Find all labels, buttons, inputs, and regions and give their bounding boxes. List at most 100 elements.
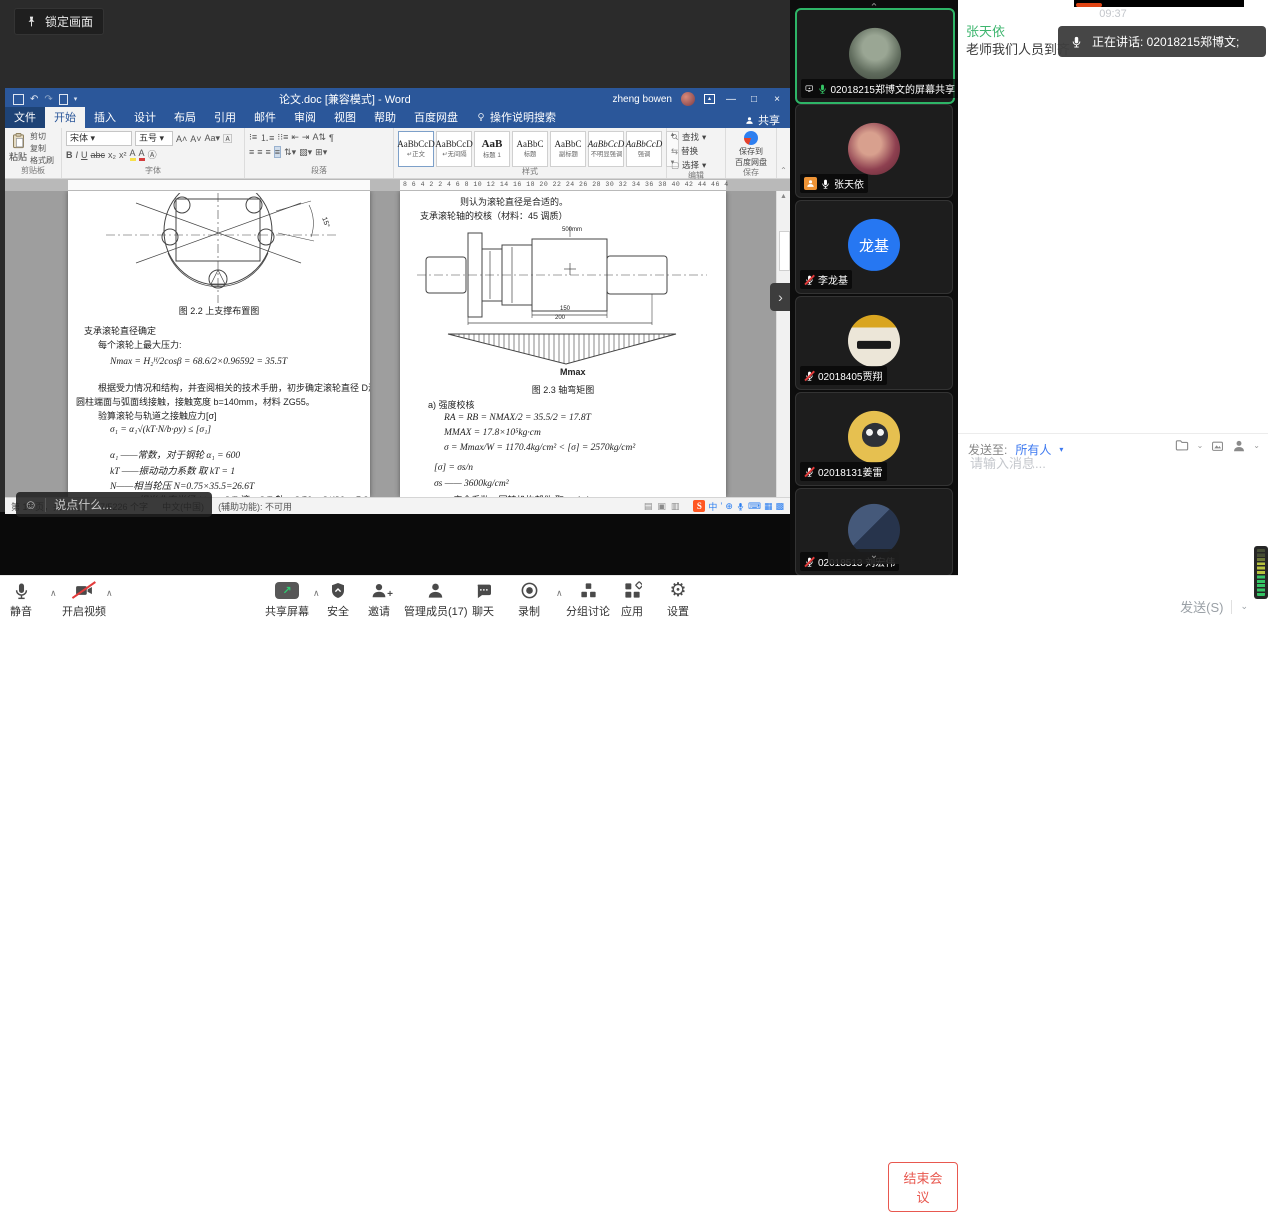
- start-video-button[interactable]: 开启视频: [62, 580, 106, 619]
- enclose-character-button[interactable]: Ⓐ: [148, 148, 157, 161]
- manage-members-button[interactable]: 管理成员(17): [404, 580, 468, 619]
- mute-button[interactable]: 静音: [10, 580, 32, 619]
- style-heading1[interactable]: AaB 标题 1: [474, 131, 510, 167]
- clear-format-button[interactable]: 🄰: [223, 132, 232, 145]
- paste-button[interactable]: 粘贴: [9, 131, 27, 166]
- send-options-caret-icon[interactable]: ⌄: [1240, 601, 1248, 612]
- align-left-button[interactable]: ≡: [249, 147, 254, 157]
- subscript-button[interactable]: x₂: [108, 150, 116, 160]
- undo-icon[interactable]: ↶: [30, 94, 38, 105]
- participant-tile[interactable]: 02018131姜雷: [795, 392, 953, 486]
- mention-caret-icon[interactable]: ⌄: [1253, 441, 1260, 450]
- tab-file[interactable]: 文件: [5, 107, 45, 128]
- style-subtitle[interactable]: AaBbC 副标题: [550, 131, 586, 167]
- document-area[interactable]: 15° 图 2.2 上支撑布置图 支承滚轮直径确定 每个滚轮上最大压力: Nma…: [5, 191, 790, 497]
- tell-me-search[interactable]: 操作说明搜索: [467, 107, 565, 128]
- mention-person-icon[interactable]: [1232, 439, 1246, 453]
- print-layout-icon[interactable]: ▣: [657, 501, 666, 512]
- find-button[interactable]: 查找 ▾: [671, 131, 706, 143]
- video-options-caret[interactable]: ∧: [106, 588, 113, 599]
- invite-button[interactable]: + 邀请: [368, 580, 390, 619]
- security-button[interactable]: 安全: [327, 580, 349, 619]
- sort-button[interactable]: A⇅: [312, 132, 326, 143]
- font-family-select[interactable]: 宋体 ▾: [66, 131, 132, 146]
- minimize-button[interactable]: —: [724, 94, 738, 105]
- horizontal-ruler[interactable]: 8 6 4 2 2 4 6 8 10 12 14 16 18 20 22 24 …: [5, 179, 790, 191]
- shrink-font-button[interactable]: A˅: [190, 134, 201, 144]
- style-title[interactable]: AaBbC 标题: [512, 131, 548, 167]
- participant-tile-sharing[interactable]: 02018215郑博文的屏幕共享: [795, 8, 955, 104]
- tab-home[interactable]: 开始: [45, 107, 85, 128]
- quick-chat-placeholder[interactable]: 说点什么...: [54, 496, 112, 513]
- cut-button[interactable]: 剪切: [30, 131, 54, 142]
- settings-button[interactable]: ⚙ 设置: [667, 580, 689, 619]
- record-options-caret[interactable]: ∧: [556, 588, 563, 599]
- word-user-avatar[interactable]: [681, 92, 695, 106]
- tab-view[interactable]: 视图: [325, 107, 365, 128]
- emoji-icon[interactable]: ☺: [24, 497, 37, 512]
- file-caret-icon[interactable]: ⌄: [1197, 441, 1204, 450]
- share-button[interactable]: 共享: [745, 112, 780, 128]
- new-doc-icon[interactable]: [59, 94, 68, 105]
- shading-button[interactable]: ▨▾: [299, 147, 312, 158]
- style-subtle-emphasis[interactable]: AaBbCcD 不明显强调: [588, 131, 624, 167]
- ribbon-display-options-icon[interactable]: ▴: [704, 94, 715, 104]
- save-icon[interactable]: [13, 94, 24, 105]
- tab-help[interactable]: 帮助: [365, 107, 405, 128]
- tab-design[interactable]: 设计: [125, 107, 165, 128]
- pin-view-button[interactable]: 锁定画面: [14, 8, 104, 35]
- highlight-button[interactable]: A: [130, 148, 136, 161]
- scrollbar-thumb[interactable]: [779, 231, 790, 271]
- participant-tile[interactable]: 02018405贾翔: [795, 296, 953, 390]
- ime-chinese-icon[interactable]: 中: [708, 500, 717, 513]
- collapse-ribbon-button[interactable]: ⌃: [777, 128, 790, 178]
- tab-review[interactable]: 审阅: [285, 107, 325, 128]
- sogou-logo-icon[interactable]: S: [693, 500, 705, 512]
- redo-icon[interactable]: ↷: [44, 94, 52, 105]
- borders-button[interactable]: ⊞▾: [315, 147, 327, 158]
- bullets-button[interactable]: ⁝≡: [249, 132, 257, 143]
- ime-toolbox-icon[interactable]: ▩: [775, 501, 784, 512]
- share-screen-button[interactable]: ↗ 共享屏幕: [265, 580, 309, 619]
- collapse-panel-button[interactable]: ›: [770, 283, 791, 311]
- ime-mic-icon[interactable]: [736, 502, 745, 511]
- underline-button[interactable]: U: [81, 150, 88, 160]
- change-case-button[interactable]: Aa▾: [205, 133, 221, 144]
- scroll-participants-down-button[interactable]: ⌄: [828, 549, 920, 564]
- file-attach-icon[interactable]: [1174, 438, 1190, 453]
- italic-button[interactable]: I: [76, 150, 79, 160]
- screenshot-icon[interactable]: [1210, 439, 1225, 453]
- send-to-caret-icon[interactable]: ▾: [1059, 445, 1063, 454]
- chat-button[interactable]: 聊天: [472, 580, 494, 619]
- chat-sender-name[interactable]: 张天依: [966, 21, 1005, 40]
- grow-font-button[interactable]: A˄: [176, 134, 187, 144]
- tab-insert[interactable]: 插入: [85, 107, 125, 128]
- align-right-button[interactable]: ≡: [266, 147, 271, 157]
- ime-skin-icon[interactable]: ▦: [764, 501, 773, 512]
- participant-tile[interactable]: 龙基 李龙基: [795, 200, 953, 294]
- font-color-button[interactable]: A: [139, 148, 145, 161]
- read-mode-icon[interactable]: ▤: [644, 501, 653, 512]
- ime-emoji-icon[interactable]: ⊕: [725, 501, 733, 512]
- tab-layout[interactable]: 布局: [165, 107, 205, 128]
- ime-keyboard-icon[interactable]: ⌨: [748, 501, 761, 512]
- record-button[interactable]: 录制: [518, 580, 540, 619]
- view-mode-buttons[interactable]: ▤ ▣ ▥: [644, 501, 680, 512]
- tab-references[interactable]: 引用: [205, 107, 245, 128]
- participant-tile[interactable]: 张天依: [795, 104, 953, 198]
- numbering-button[interactable]: ⒈≡: [260, 131, 274, 144]
- save-to-netdisk-button[interactable]: 保存到 百度网盘: [730, 131, 772, 168]
- select-button[interactable]: ▢ 选择 ▾: [671, 159, 706, 171]
- bold-button[interactable]: B: [66, 150, 73, 160]
- apps-button[interactable]: 应用: [621, 580, 643, 619]
- ime-punct-icon[interactable]: ’: [720, 501, 722, 511]
- quick-chat-pill[interactable]: ☺ 说点什么...: [16, 492, 212, 517]
- send-button[interactable]: 发送(S): [1180, 597, 1223, 616]
- justify-button[interactable]: ≡: [274, 146, 281, 158]
- line-spacing-button[interactable]: ⇅▾: [284, 147, 296, 158]
- show-marks-button[interactable]: ¶: [329, 133, 334, 143]
- superscript-button[interactable]: x²: [119, 150, 127, 160]
- accessibility-status[interactable]: (辅助功能): 不可用: [218, 500, 292, 513]
- increase-indent-button[interactable]: ⇥: [302, 132, 310, 143]
- restore-button[interactable]: □: [747, 94, 761, 105]
